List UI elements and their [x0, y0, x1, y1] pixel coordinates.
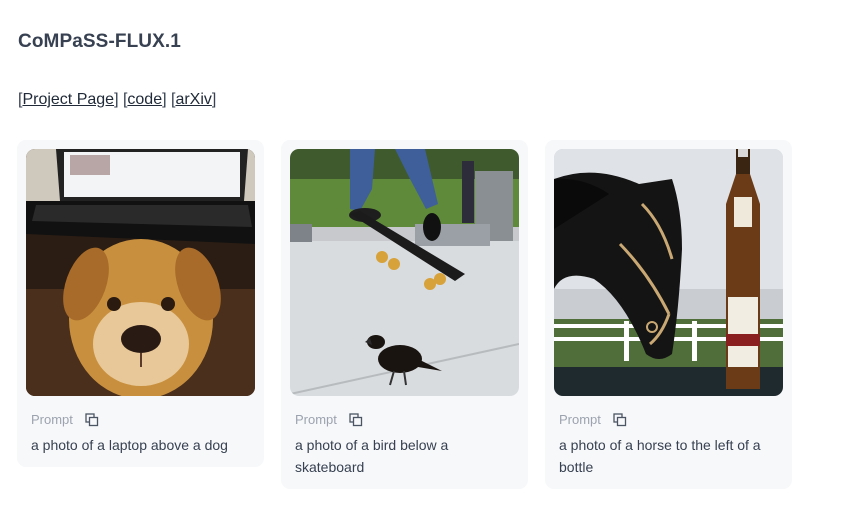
page: CoMPaSS-FLUX.1 [Project Page] [code] [ar… [0, 0, 849, 524]
horse-bottle-image [554, 149, 783, 396]
project-page-link[interactable]: Project Page [22, 91, 114, 108]
gallery-card-2: Prompt a photo of a bird below a skatebo… [281, 140, 528, 489]
prompt-text: a photo of a horse to the left of a bott… [559, 437, 761, 475]
prompt-header: Prompt [295, 412, 363, 427]
prompt-header: Prompt [559, 412, 627, 427]
copy-icon[interactable] [85, 412, 99, 427]
prompt-header: Prompt [31, 412, 99, 427]
prompt-text: a photo of a bird below a skateboard [295, 437, 449, 475]
copy-icon[interactable] [613, 412, 627, 427]
bird-skateboard-image [290, 149, 519, 396]
arxiv-link[interactable]: arXiv [175, 91, 211, 108]
prompt-label: Prompt [295, 412, 337, 427]
code-link[interactable]: code [127, 91, 162, 108]
page-title: CoMPaSS-FLUX.1 [18, 31, 181, 52]
copy-icon[interactable] [349, 412, 363, 427]
prompt-label: Prompt [559, 412, 601, 427]
prompt-text: a photo of a laptop above a dog [31, 437, 228, 453]
gallery-card-3: Prompt a photo of a horse to the left of… [545, 140, 792, 489]
prompt-label: Prompt [31, 412, 73, 427]
gallery-card-1: Prompt a photo of a laptop above a dog [17, 140, 264, 467]
link-bar: [Project Page] [code] [arXiv] [18, 91, 217, 108]
laptop-dog-image [26, 149, 255, 396]
